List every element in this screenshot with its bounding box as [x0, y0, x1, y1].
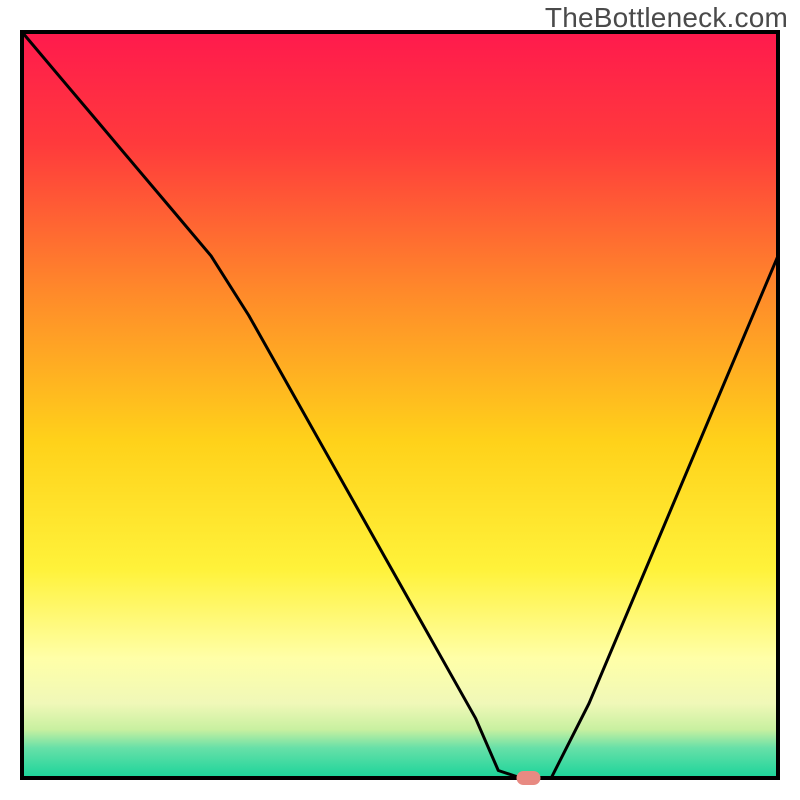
optimal-marker	[517, 771, 541, 785]
bottleneck-chart: TheBottleneck.com	[0, 0, 800, 800]
gradient-background	[22, 32, 778, 778]
chart-canvas	[0, 0, 800, 800]
plot-area	[22, 32, 778, 785]
watermark-text: TheBottleneck.com	[545, 2, 788, 34]
